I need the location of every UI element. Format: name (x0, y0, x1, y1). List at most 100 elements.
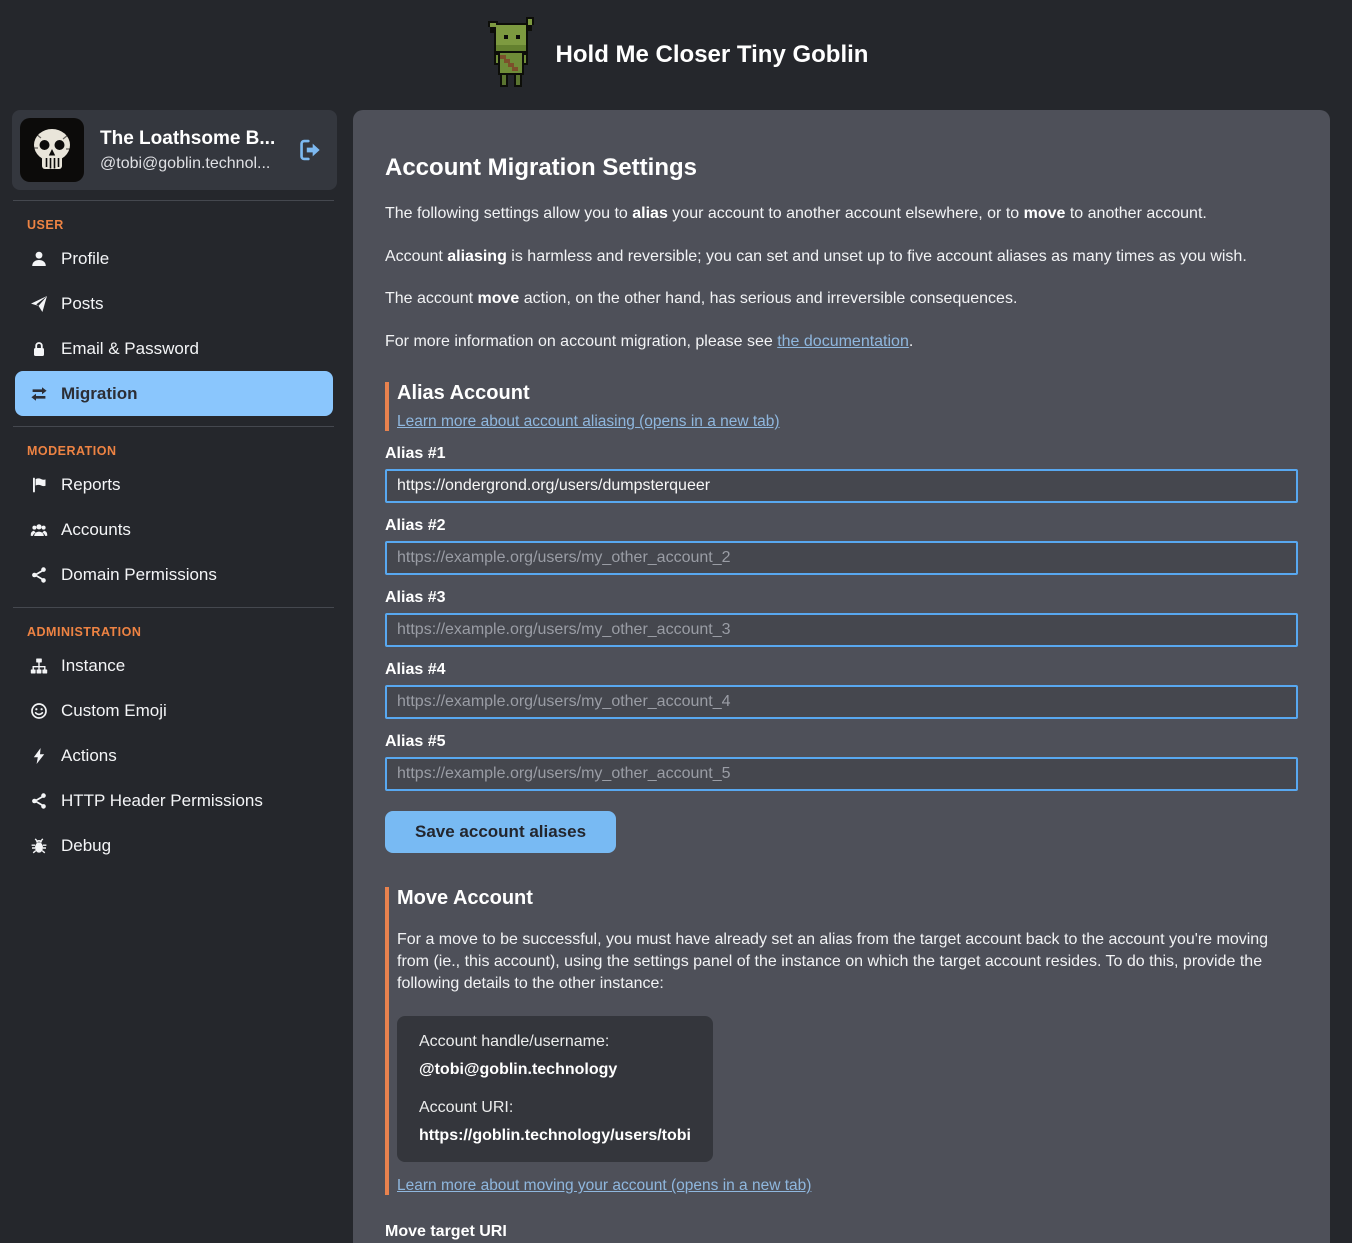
text: your account to another account elsewher… (668, 205, 1024, 222)
user-meta: The Loathsome B... @tobi@goblin.technol.… (100, 128, 281, 173)
bold-text: move (1024, 205, 1066, 222)
sidebar-section-moderation: MODERATION (0, 437, 347, 462)
bold-text: alias (632, 205, 668, 222)
sidebar-item-label: Accounts (61, 520, 131, 540)
alias-field-5: Alias #5 (385, 733, 1298, 791)
user-handle: @tobi@goblin.technol... (100, 155, 281, 173)
account-uri-label: Account URI: (419, 1099, 691, 1117)
text: action, on the other hand, has serious a… (519, 290, 1017, 307)
text: The account (385, 290, 478, 307)
sidebar-section-administration: ADMINISTRATION (0, 618, 347, 643)
sidebar-item-instance[interactable]: Instance (15, 643, 333, 688)
alias-4-label: Alias #4 (385, 661, 1298, 679)
alias-field-2: Alias #2 (385, 517, 1298, 575)
intro-paragraph-2: Account aliasing is harmless and reversi… (385, 246, 1298, 268)
alias-account-section-header: Alias Account Learn more about account a… (385, 382, 1298, 431)
sidebar-item-migration[interactable]: Migration (15, 371, 333, 416)
content-panel: Account Migration Settings The following… (353, 110, 1330, 1243)
avatar (20, 118, 84, 182)
user-icon (30, 250, 48, 268)
text: is harmless and reversible; you can set … (507, 248, 1247, 265)
save-account-aliases-button[interactable]: Save account aliases (385, 811, 616, 853)
alias-field-3: Alias #3 (385, 589, 1298, 647)
users-icon (30, 521, 48, 539)
sidebar-item-posts[interactable]: Posts (15, 281, 333, 326)
alias-4-input[interactable] (385, 685, 1298, 719)
sidebar-item-actions[interactable]: Actions (15, 733, 333, 778)
text: to another account. (1065, 205, 1206, 222)
divider (13, 607, 334, 608)
sidebar-item-label: HTTP Header Permissions (61, 791, 263, 811)
sidebar-item-label: Posts (61, 294, 104, 314)
divider (13, 426, 334, 427)
sidebar-item-label: Domain Permissions (61, 565, 217, 585)
sidebar-item-accounts[interactable]: Accounts (15, 507, 333, 552)
alias-2-input[interactable] (385, 541, 1298, 575)
text: For more information on account migratio… (385, 333, 777, 350)
account-details-box: Account handle/username: @tobi@goblin.te… (397, 1016, 713, 1162)
sidebar-section-user: USER (0, 211, 347, 236)
user-display-name: The Loathsome B... (100, 128, 281, 150)
alias-field-1: Alias #1 (385, 445, 1298, 503)
divider (13, 200, 334, 201)
user-card: The Loathsome B... @tobi@goblin.technol.… (12, 110, 337, 190)
bolt-icon (30, 747, 48, 765)
alias-2-label: Alias #2 (385, 517, 1298, 535)
text: . (909, 333, 913, 350)
sidebar-item-reports[interactable]: Reports (15, 462, 333, 507)
intro-paragraph-4: For more information on account migratio… (385, 331, 1298, 353)
instance-title: Hold Me Closer Tiny Goblin (556, 41, 869, 69)
smiley-icon (30, 702, 48, 720)
exchange-arrows-icon (30, 385, 48, 403)
text: The following settings allow you to (385, 205, 632, 222)
sidebar-item-label: Actions (61, 746, 117, 766)
paper-plane-icon (30, 295, 48, 313)
sidebar: The Loathsome B... @tobi@goblin.technol.… (0, 110, 347, 868)
sign-out-icon[interactable] (297, 137, 323, 163)
move-learn-more-link[interactable]: Learn more about moving your account (op… (397, 1177, 811, 1194)
sidebar-item-profile[interactable]: Profile (15, 236, 333, 281)
account-handle-value: @tobi@goblin.technology (419, 1061, 691, 1079)
flag-icon (30, 476, 48, 494)
move-account-description: For a move to be successful, you must ha… (397, 929, 1297, 994)
alias-3-label: Alias #3 (385, 589, 1298, 607)
text: Account (385, 248, 447, 265)
share-nodes-icon (30, 566, 48, 584)
sidebar-item-label: Migration (61, 384, 138, 404)
sidebar-item-custom-emoji[interactable]: Custom Emoji (15, 688, 333, 733)
move-account-section: Move Account For a move to be successful… (385, 887, 1298, 1195)
bold-text: move (478, 290, 520, 307)
move-target-uri-label: Move target URI (385, 1223, 1298, 1241)
bold-text: aliasing (447, 248, 507, 265)
alias-field-4: Alias #4 (385, 661, 1298, 719)
alias-account-heading: Alias Account (397, 382, 1298, 405)
lock-icon (30, 340, 48, 358)
sidebar-item-label: Instance (61, 656, 125, 676)
header: Hold Me Closer Tiny Goblin (0, 0, 1352, 110)
sidebar-item-label: Email & Password (61, 339, 199, 359)
sitemap-icon (30, 657, 48, 675)
alias-learn-more-link[interactable]: Learn more about account aliasing (opens… (397, 413, 780, 431)
documentation-link[interactable]: the documentation (777, 333, 909, 350)
alias-1-input[interactable] (385, 469, 1298, 503)
account-handle-label: Account handle/username: (419, 1033, 691, 1051)
sidebar-item-label: Profile (61, 249, 109, 269)
sidebar-item-debug[interactable]: Debug (15, 823, 333, 868)
sidebar-item-email-password[interactable]: Email & Password (15, 326, 333, 371)
alias-5-label: Alias #5 (385, 733, 1298, 751)
bug-icon (30, 837, 48, 855)
alias-5-input[interactable] (385, 757, 1298, 791)
intro-paragraph-3: The account move action, on the other ha… (385, 288, 1298, 310)
sidebar-item-label: Debug (61, 836, 111, 856)
sidebar-item-label: Reports (61, 475, 121, 495)
sidebar-item-http-header-permissions[interactable]: HTTP Header Permissions (15, 778, 333, 823)
sidebar-item-label: Custom Emoji (61, 701, 167, 721)
alias-1-label: Alias #1 (385, 445, 1298, 463)
intro-paragraph-1: The following settings allow you to alia… (385, 203, 1298, 225)
sidebar-item-domain-permissions[interactable]: Domain Permissions (15, 552, 333, 597)
alias-3-input[interactable] (385, 613, 1298, 647)
goblin-pixel-icon (484, 17, 538, 93)
share-nodes-icon (30, 792, 48, 810)
page-title: Account Migration Settings (385, 154, 1298, 182)
move-account-heading: Move Account (397, 887, 1298, 910)
